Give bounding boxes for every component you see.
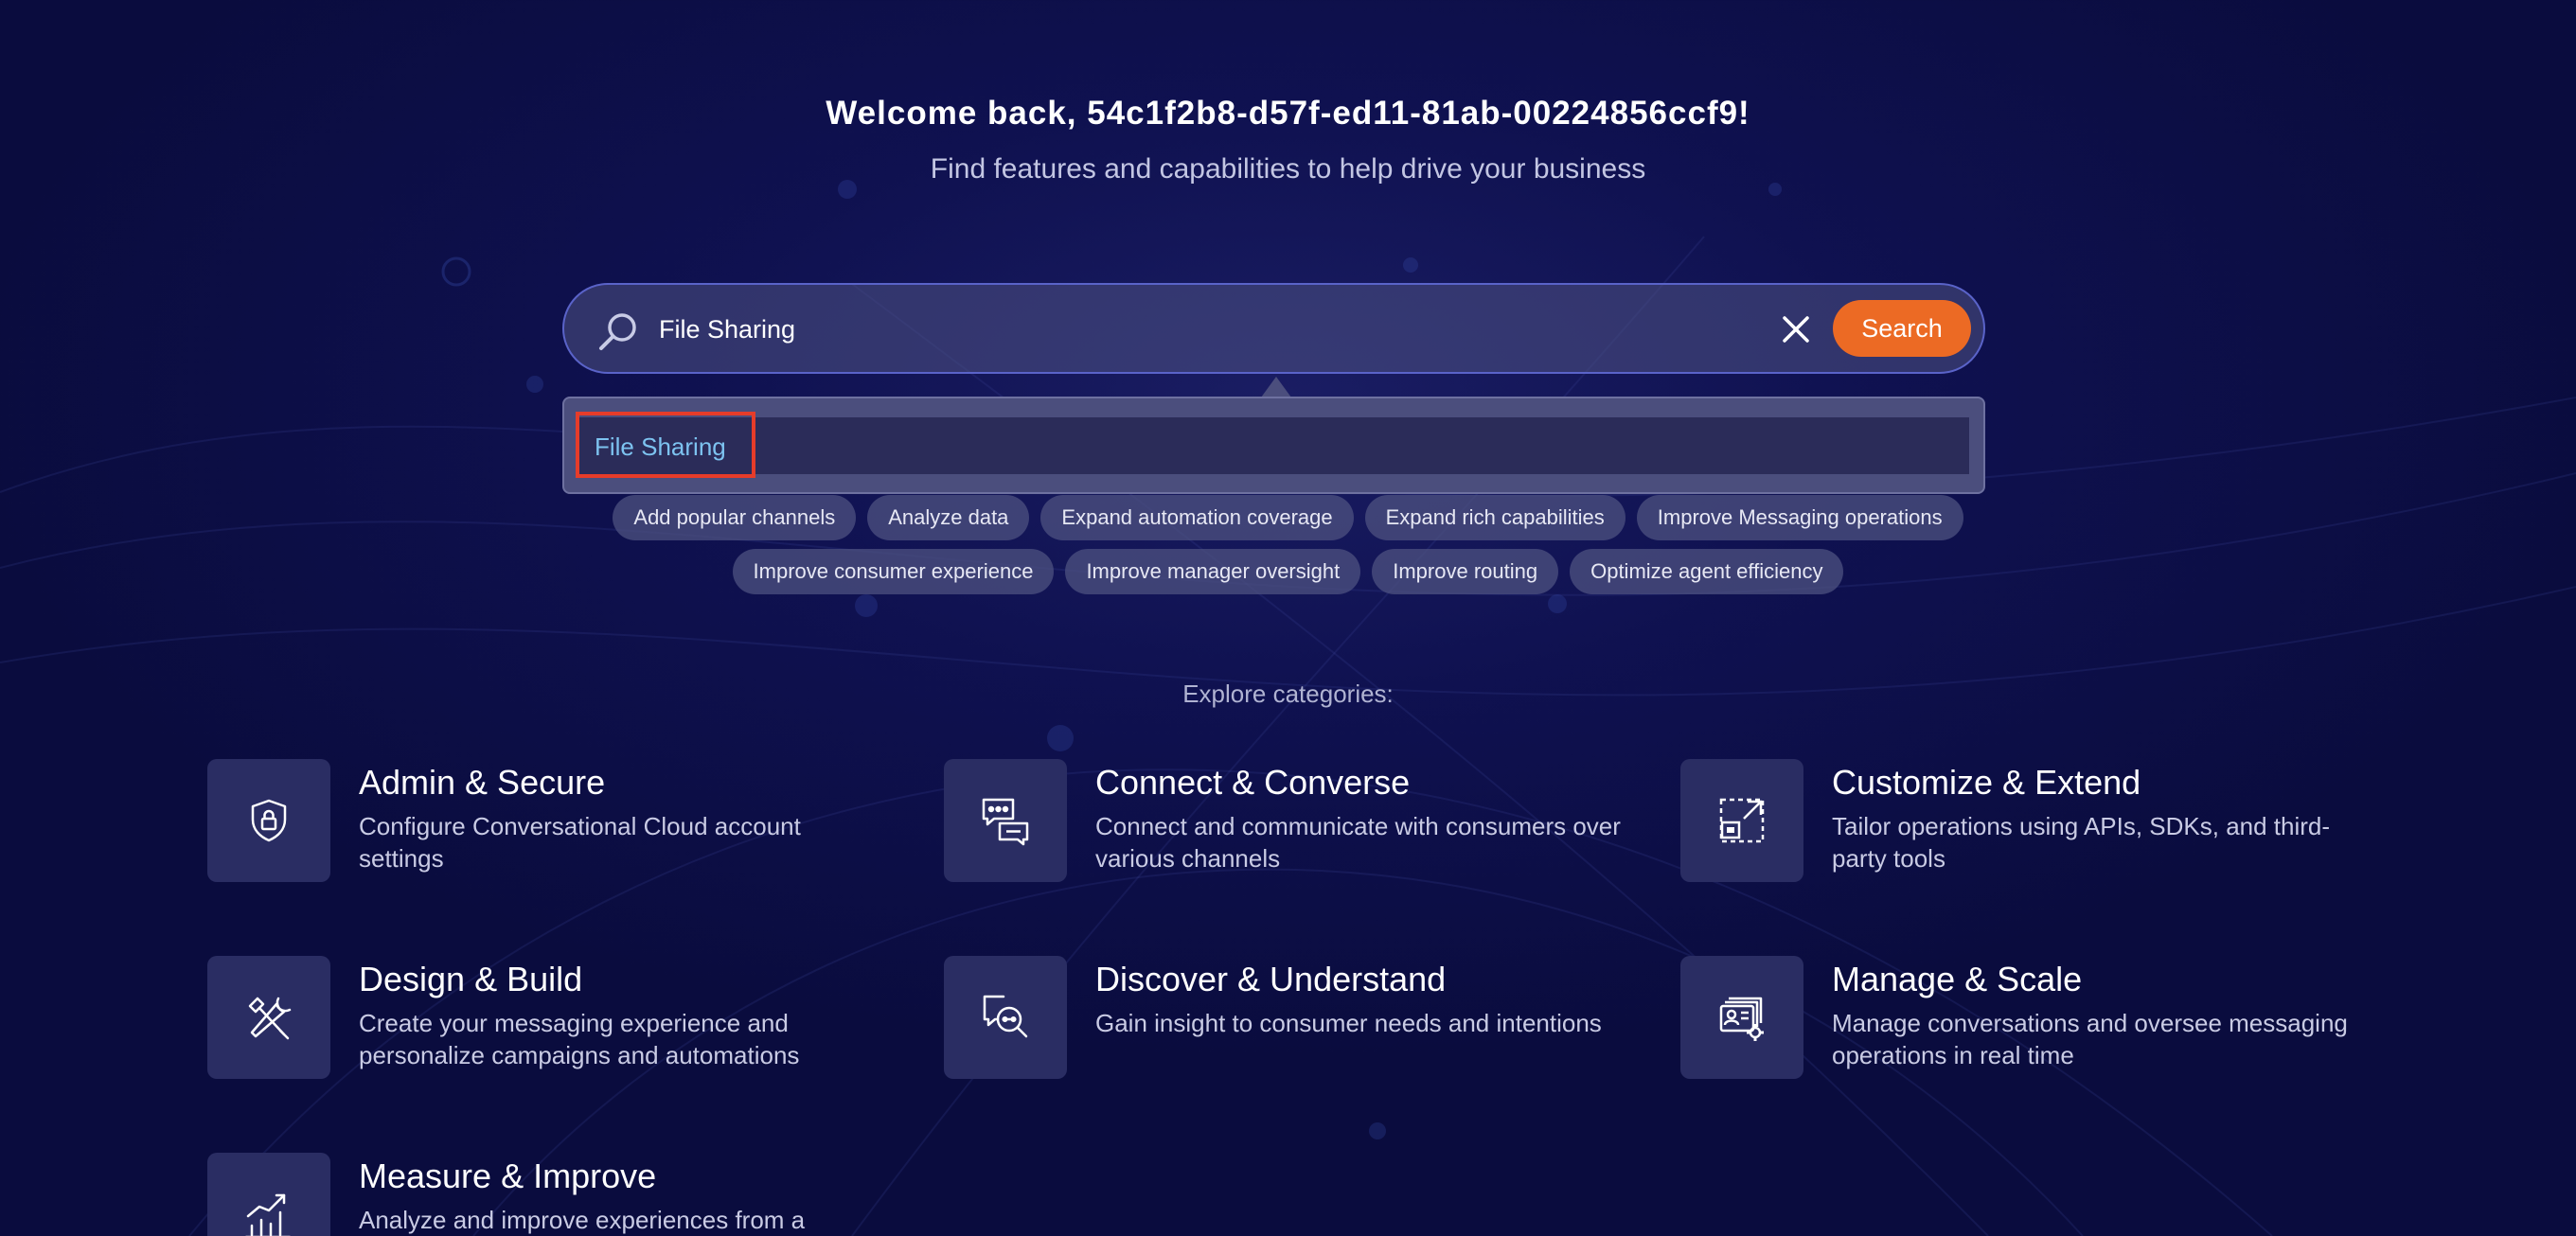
category-title: Measure & Improve [359,1157,657,1195]
user-cards-gear-icon [1680,956,1803,1079]
welcome-heading: Welcome back, 54c1f2b8-d57f-ed11-81ab-00… [826,95,1750,132]
search-input[interactable] [659,304,1757,355]
category-card-measure-improve[interactable]: Measure & Improve Analyze and improve ex… [207,1153,889,1236]
suggestion-label: File Sharing [595,433,726,461]
category-card-discover-understand[interactable]: Discover & Understand Gain insight to co… [944,956,1626,1079]
chat-search-icon [944,956,1067,1079]
category-description: Create your messaging experience and per… [359,1009,800,1069]
explore-categories-label: Explore categories: [1182,680,1394,708]
category-title: Admin & Secure [359,763,606,802]
chip-expand-automation-coverage[interactable]: Expand automation coverage [1040,495,1354,540]
search-bar: Search [562,283,1985,374]
category-title: Customize & Extend [1832,763,2141,802]
expand-frame-icon [1680,759,1803,882]
tools-icon [207,956,330,1079]
suggestion-item-file-sharing[interactable]: File Sharing [579,417,1969,474]
chip-expand-rich-capabilities[interactable]: Expand rich capabilities [1364,495,1626,540]
goal-chips-row-1: Add popular channels Analyze data Expand… [0,495,2576,540]
chip-analyze-data[interactable]: Analyze data [867,495,1030,540]
chip-optimize-agent-efficiency[interactable]: Optimize agent efficiency [1570,549,1844,594]
page-subtitle: Find features and capabilities to help d… [930,153,1646,185]
dropdown-caret [1261,377,1291,397]
category-description: Tailor operations using APIs, SDKs, and … [1832,812,2331,873]
category-description: Connect and communicate with consumers o… [1095,812,1621,873]
search-button[interactable]: Search [1833,300,1971,357]
chip-improve-manager-oversight[interactable]: Improve manager oversight [1065,549,1361,594]
category-card-manage-scale[interactable]: Manage & Scale Manage conversations and … [1680,956,2362,1079]
chip-improve-routing[interactable]: Improve routing [1372,549,1559,594]
category-description: Gain insight to consumer needs and inten… [1095,1009,1602,1037]
goal-chips-row-2: Improve consumer experience Improve mana… [0,549,2576,594]
category-card-connect-converse[interactable]: Connect & Converse Connect and communica… [944,759,1626,882]
category-title: Design & Build [359,960,583,998]
category-description: Analyze and improve experiences from a [359,1206,806,1234]
category-description: Configure Conversational Cloud account s… [359,812,801,873]
category-description: Manage conversations and oversee messagi… [1832,1009,2348,1069]
category-title: Manage & Scale [1832,960,2083,998]
search-icon [596,309,640,353]
shield-lock-icon [207,759,330,882]
category-card-customize-extend[interactable]: Customize & Extend Tailor operations usi… [1680,759,2362,882]
chip-improve-messaging-operations[interactable]: Improve Messaging operations [1636,495,1963,540]
category-title: Discover & Understand [1095,960,1447,998]
chip-improve-consumer-experience[interactable]: Improve consumer experience [732,549,1055,594]
category-card-design-build[interactable]: Design & Build Create your messaging exp… [207,956,889,1079]
category-title: Connect & Converse [1095,763,1411,802]
clear-search-icon[interactable] [1778,311,1814,347]
category-card-admin-secure[interactable]: Admin & Secure Configure Conversational … [207,759,889,882]
search-suggestions-dropdown: File Sharing [562,397,1985,494]
chat-bubbles-icon [944,759,1067,882]
bar-chart-trend-icon [207,1153,330,1236]
chip-add-popular-channels[interactable]: Add popular channels [613,495,857,540]
